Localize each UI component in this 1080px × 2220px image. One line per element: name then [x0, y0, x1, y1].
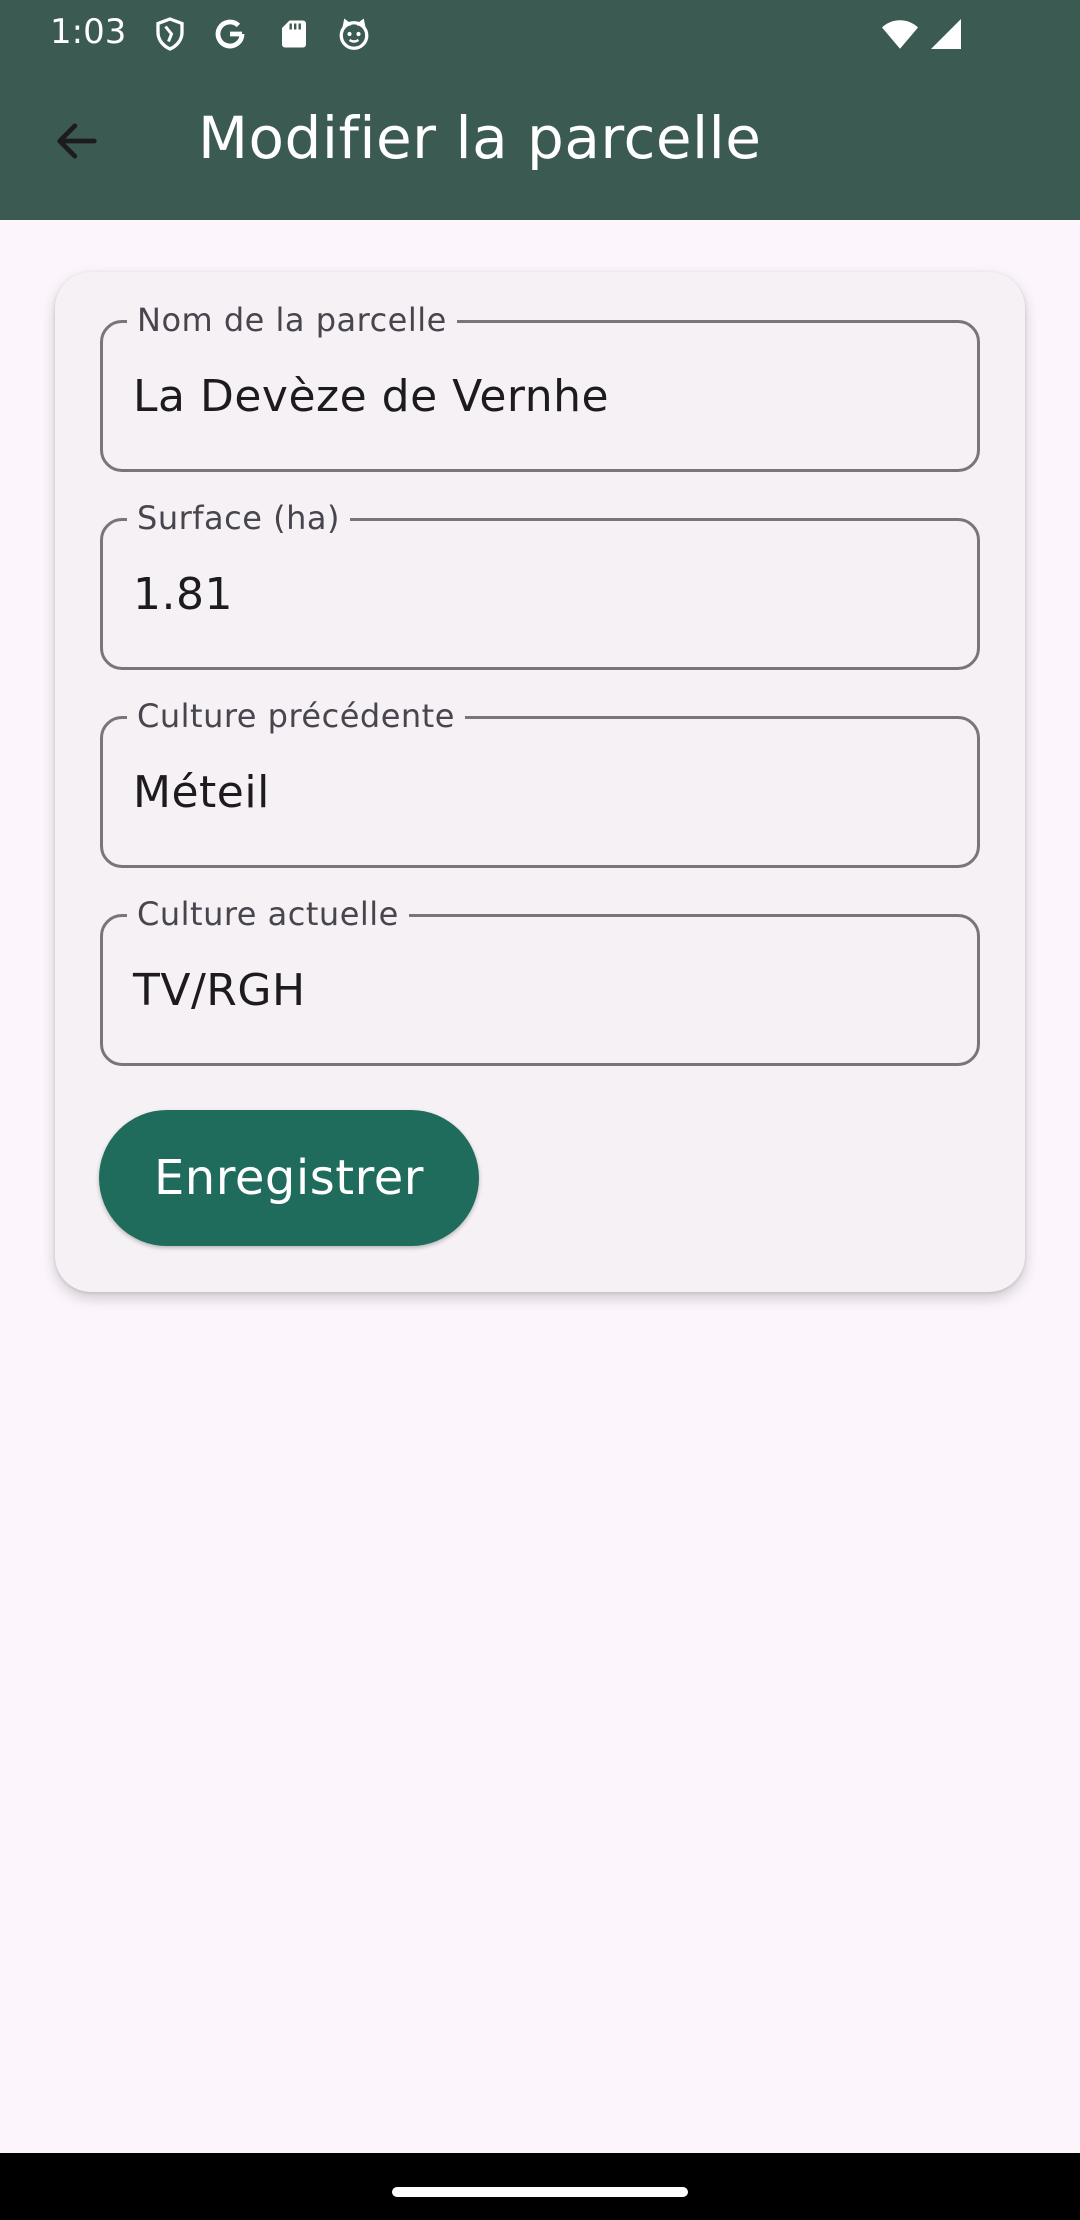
parcel-name-field[interactable]: Nom de la parcelle La Devèze de Vernhe	[100, 301, 980, 472]
status-bar: 1:03	[0, 0, 1080, 66]
parcel-name-label: Nom de la parcelle	[127, 301, 457, 339]
sd-card-icon	[276, 16, 312, 52]
arrow-back-icon	[51, 115, 103, 171]
back-button[interactable]	[40, 106, 114, 180]
wifi-icon	[880, 16, 920, 52]
surface-field[interactable]: Surface (ha) 1.81	[100, 499, 980, 670]
home-indicator[interactable]	[392, 2187, 688, 2197]
surface-value[interactable]: 1.81	[133, 569, 233, 620]
page-title: Modifier la parcelle	[198, 104, 762, 172]
previous-crop-field[interactable]: Culture précédente Méteil	[100, 697, 980, 868]
parcel-name-value[interactable]: La Devèze de Vernhe	[133, 371, 609, 422]
edit-parcel-card: Nom de la parcelle La Devèze de Vernhe S…	[55, 272, 1025, 1292]
shield-icon	[152, 16, 188, 52]
signal-icon	[928, 16, 964, 52]
previous-crop-value[interactable]: Méteil	[133, 767, 270, 818]
current-crop-field[interactable]: Culture actuelle TV/RGH	[100, 895, 980, 1066]
save-button[interactable]: Enregistrer	[99, 1110, 479, 1246]
status-time: 1:03	[50, 12, 127, 52]
current-crop-label: Culture actuelle	[127, 895, 409, 933]
app-bar: Modifier la parcelle	[0, 66, 1080, 220]
surface-label: Surface (ha)	[127, 499, 350, 537]
cat-face-icon	[336, 16, 372, 52]
system-nav-bar	[0, 2153, 1080, 2220]
previous-crop-label: Culture précédente	[127, 697, 465, 735]
current-crop-value[interactable]: TV/RGH	[133, 965, 306, 1016]
google-icon	[212, 16, 248, 52]
